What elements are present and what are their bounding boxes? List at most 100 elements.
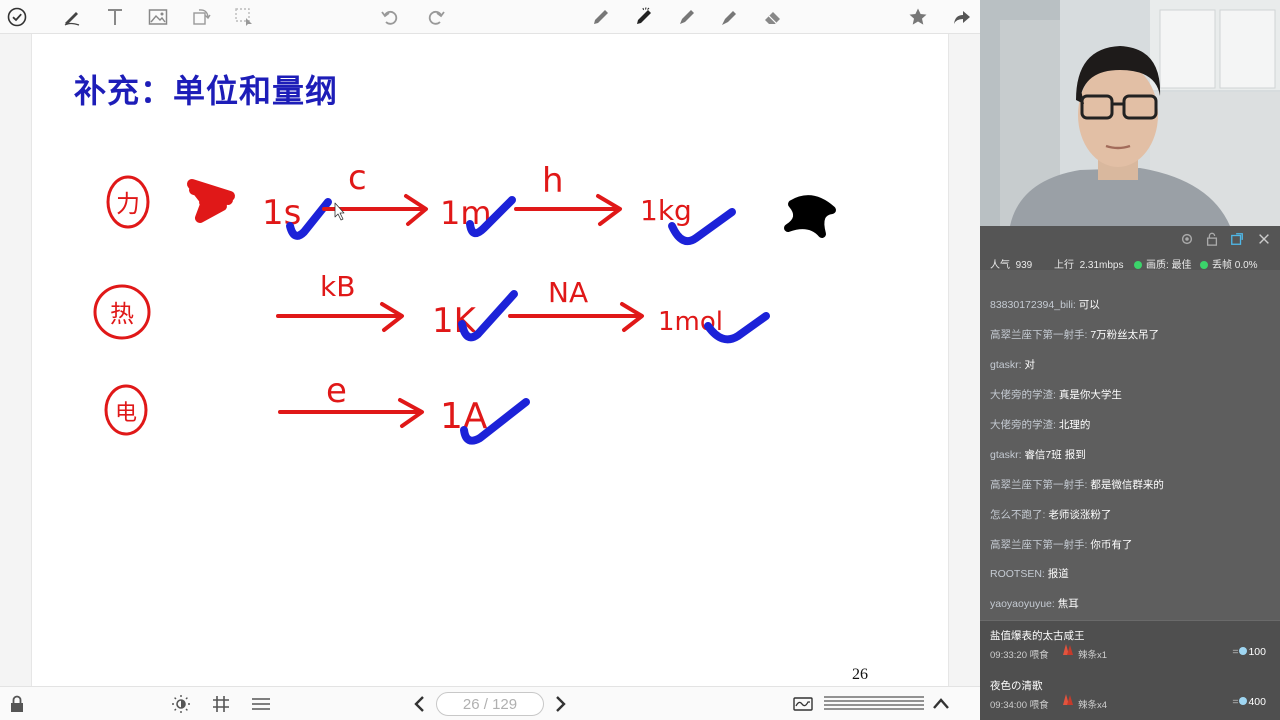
whiteboard-area: 补充：单位和量纲 力 1s c 1m h 1kg 热 kB 1K NA 1mol… xyxy=(0,0,980,720)
chat-username[interactable]: 大佬旁的学渣 xyxy=(990,419,1053,431)
row1-marker-label: 力 xyxy=(116,190,140,218)
dropped-status-dot xyxy=(1200,261,1208,269)
page-corner-number: 26 xyxy=(852,666,868,683)
eraser-icon[interactable] xyxy=(761,5,785,29)
chat-text: 可以 xyxy=(1078,299,1100,311)
lines-icon[interactable] xyxy=(249,692,273,716)
gift-sender[interactable]: 夜色の清歌 xyxy=(990,678,1043,693)
row2-marker-label: 热 xyxy=(110,300,134,328)
row2-arrow1-label: kB xyxy=(320,270,355,303)
whiteboard-bottom-bar: 26 / 129 xyxy=(0,686,980,720)
chat-text: 真是你大学生 xyxy=(1058,389,1122,401)
pencil-icon[interactable] xyxy=(589,5,613,29)
chat-message: 83830172394_bili: 可以 xyxy=(990,299,1100,311)
select-icon[interactable] xyxy=(232,5,256,29)
undo-icon[interactable] xyxy=(378,5,402,29)
chat-text: 报道 xyxy=(1047,568,1069,580)
chat-text: 都是微信群来的 xyxy=(1090,479,1164,491)
close-icon[interactable] xyxy=(1257,232,1271,251)
highlighter-icon[interactable] xyxy=(718,5,742,29)
webcam-video xyxy=(980,0,1280,226)
chat-text: 对 xyxy=(1024,359,1035,371)
redo-icon[interactable] xyxy=(424,5,448,29)
chat-text: 老师谈涨粉了 xyxy=(1048,509,1112,521)
row1-arrow-2 xyxy=(514,194,622,226)
share-icon[interactable] xyxy=(950,5,974,29)
chat-username[interactable]: ROOTSEN xyxy=(990,568,1042,580)
coin-icon xyxy=(1239,647,1248,655)
chevron-up-icon[interactable] xyxy=(929,692,953,716)
whiteboard-page[interactable]: 补充：单位和量纲 力 1s c 1m h 1kg 热 kB 1K NA 1mol… xyxy=(31,34,949,686)
row1-arrow1-label: c xyxy=(348,158,367,198)
popout-icon[interactable] xyxy=(1230,232,1244,251)
stream-stats-bar: 人气 939 上行 2.31mbps 画质: 最佳 丢帧 0.0% xyxy=(980,226,1280,271)
lock-icon[interactable] xyxy=(5,692,29,716)
chat-username[interactable]: yaoyaoyuyue xyxy=(990,598,1052,610)
pen-icon[interactable] xyxy=(60,5,84,29)
page-thumbnails-toggle[interactable] xyxy=(822,692,926,716)
whiteboard-toolbar xyxy=(0,0,980,34)
chat-username[interactable]: 高翠兰座下第一射手 xyxy=(990,539,1085,551)
marker-icon[interactable] xyxy=(632,5,656,29)
row3-arrow1-label: e xyxy=(326,371,347,411)
chat-message: 怎么不跑了: 老师谈涨粉了 xyxy=(990,509,1112,521)
chat-message: gtaskr: 对 xyxy=(990,359,1035,371)
chat-message: 高翠兰座下第一射手: 7万粉丝太吊了 xyxy=(990,329,1160,341)
brush-icon[interactable] xyxy=(675,5,699,29)
handwriting-canvas[interactable]: 力 1s c 1m h 1kg 热 kB 1K NA 1mol 电 e 1A xyxy=(32,34,950,686)
prev-page-button[interactable] xyxy=(408,692,432,716)
quality-status-dot xyxy=(1134,261,1142,269)
row3-marker: 电 xyxy=(104,384,148,436)
settings-icon[interactable] xyxy=(1180,232,1194,251)
chat-username[interactable]: 怎么不跑了 xyxy=(990,509,1043,521)
quality-stat: 画质: 最佳 xyxy=(1134,256,1192,271)
chat-username[interactable]: 高翠兰座下第一射手 xyxy=(990,479,1085,491)
grid-icon[interactable] xyxy=(209,692,233,716)
next-page-button[interactable] xyxy=(548,692,572,716)
chat-username[interactable]: gtaskr xyxy=(990,359,1019,371)
row2-arrow-1 xyxy=(276,302,404,332)
signal-icon[interactable] xyxy=(791,692,815,716)
chat-message: yaoyaoyuyue: 焦耳 xyxy=(990,598,1079,610)
star-icon[interactable] xyxy=(906,5,930,29)
gift-item: 辣条x4 xyxy=(1078,700,1108,711)
chat-text: 7万粉丝太吊了 xyxy=(1090,329,1160,341)
check-circle-icon[interactable] xyxy=(5,5,29,29)
chat-message: 高翠兰座下第一射手: 都是微信群来的 xyxy=(990,479,1164,491)
gift-value: = 100 xyxy=(1232,646,1266,658)
app-window: 补充：单位和量纲 力 1s c 1m h 1kg 热 kB 1K NA 1mol… xyxy=(0,0,1280,720)
text-icon[interactable] xyxy=(103,5,127,29)
lock-open-icon[interactable] xyxy=(1205,232,1219,251)
chat-text: 北理的 xyxy=(1058,419,1091,431)
chat-username[interactable]: 83830172394_bili xyxy=(990,299,1073,311)
row3-marker-label: 电 xyxy=(115,401,137,426)
row1-arrow2-label: h xyxy=(542,161,564,201)
image-icon[interactable] xyxy=(146,5,170,29)
popularity-stat: 人气 939 xyxy=(990,256,1032,271)
gift-time: 09:34:00 喂食 xyxy=(990,700,1049,711)
mouse-cursor-icon xyxy=(334,202,345,221)
upload-stat: 上行 2.31mbps xyxy=(1054,256,1123,271)
gift-item: 辣条x1 xyxy=(1078,650,1108,661)
rotate-icon[interactable] xyxy=(189,5,213,29)
gift-list[interactable]: 盐值爆表的太古咸王 09:33:20 喂食 辣条x1 = 100 夜色の清歌 09… xyxy=(980,620,1280,720)
gift-value: = 400 xyxy=(1232,696,1266,708)
gift-value-number: 400 xyxy=(1248,696,1266,708)
row3-arrow-1 xyxy=(278,398,424,428)
chat-text: 睿信7班 报到 xyxy=(1024,449,1086,461)
red-scribble-mark xyxy=(187,179,235,223)
presenter-video-frame xyxy=(980,0,1280,226)
chat-username[interactable]: 高翠兰座下第一射手 xyxy=(990,329,1085,341)
gift-value-number: 100 xyxy=(1248,646,1266,658)
brightness-icon[interactable] xyxy=(169,692,193,716)
page-indicator[interactable]: 26 / 129 xyxy=(436,692,544,716)
chat-list[interactable]: 83830172394_bili: 可以 高翠兰座下第一射手: 7万粉丝太吊了 … xyxy=(980,270,1280,620)
black-scribble-mark xyxy=(784,195,836,238)
stream-sidebar: 人气 939 上行 2.31mbps 画质: 最佳 丢帧 0.0% 838301… xyxy=(980,0,1280,720)
row1-marker: 力 xyxy=(106,175,150,229)
chat-username[interactable]: gtaskr xyxy=(990,449,1019,461)
chat-text: 你币有了 xyxy=(1090,539,1133,551)
dropped-stat: 丢帧 0.0% xyxy=(1200,256,1258,271)
chat-username[interactable]: 大佬旁的学渣 xyxy=(990,389,1053,401)
gift-time: 09:33:20 喂食 xyxy=(990,650,1049,661)
